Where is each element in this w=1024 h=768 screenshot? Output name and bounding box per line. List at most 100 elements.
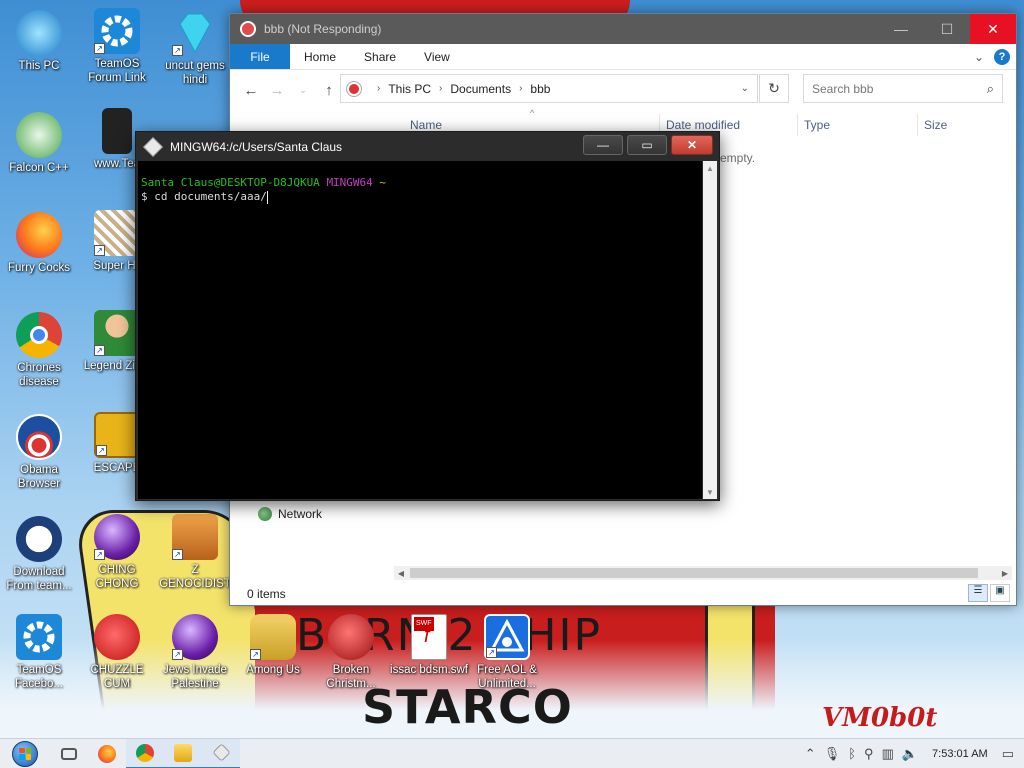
command-text: $ cd documents/aaa/ [141,190,267,203]
refresh-button[interactable]: ↻ [759,74,789,103]
chuzzle-icon [94,614,140,660]
taskbar-chrome[interactable] [126,738,164,768]
desktop-icon-jews-invade[interactable]: ↗ Jews Invade Palestine [156,614,234,691]
network-tray-icon[interactable]: ▥ [882,746,894,762]
recent-locations-icon[interactable]: ⌄ [292,85,314,96]
task-view-icon [61,747,77,760]
nav-pane-network[interactable]: Network [258,507,322,521]
system-tray: ⌃ 🎙 ᛒ ⚲ ▥ 🔈 7:53:01 AM ▭ [805,746,1024,762]
search-tray-icon[interactable]: ⚲ [864,746,874,762]
falcon-icon [16,112,62,158]
forward-arrow-icon[interactable]: → [266,82,288,99]
firefox-icon [98,744,116,763]
scroll-right-icon[interactable]: ▶ [998,566,1012,580]
taskbar-task-view[interactable] [50,739,88,768]
back-arrow-icon[interactable]: ← [240,82,262,99]
git-bash-icon [143,136,163,157]
breadcrumb-this-pc[interactable]: This PC [388,82,431,96]
explorer-title-bar[interactable]: bbb (Not Responding) — ☐ ✕ [230,14,1016,44]
breadcrumb-chevron-icon[interactable]: › [439,83,442,94]
prompt-user: Santa Claus@DESKTOP-D8JQKUA [141,176,320,189]
terminal-maximize-button[interactable]: ▭ [627,135,667,155]
wallpaper-signature: VM0b0t [822,703,938,733]
desktop-icon-uncut-gems[interactable]: ↗ uncut gems hindi [156,10,234,87]
maximize-button[interactable]: ☐ [924,14,970,44]
network-label: Network [278,507,323,521]
taskbar-git-bash[interactable] [202,738,240,768]
details-view-icon[interactable]: ☰ [968,584,988,602]
teamos-gear-icon: ↗ [94,8,140,54]
address-dropdown-icon[interactable]: ⌄ [741,83,757,94]
breadcrumb-documents[interactable]: Documents [450,82,511,96]
desktop-icon-obama-browser[interactable]: Obama Browser [0,414,78,491]
chevron-down-icon[interactable]: ⌄ [974,50,984,64]
explorer-title: bbb (Not Responding) [264,22,382,36]
desktop-icon-broken-christmas[interactable]: Broken Christm... [312,614,390,691]
view-switcher: ☰ ▣ [968,584,1010,602]
desktop-icon-chuzzle[interactable]: CHUZZLE CUM [78,614,156,691]
ribbon-tabs: File Home Share View ⌄ ? [230,44,1016,70]
desktop-icon-firefox[interactable]: Furry Cocks [0,212,78,275]
tab-home[interactable]: Home [290,44,350,69]
minimize-button[interactable]: — [878,14,924,44]
column-type[interactable]: Type [798,114,918,136]
tab-share[interactable]: Share [350,44,410,69]
desktop-icon-download[interactable]: Download From team... [0,516,78,593]
search-icon: ⌕ [986,80,994,96]
notifications-icon[interactable]: ▭ [1002,746,1014,762]
tab-file[interactable]: File [230,44,290,69]
text-cursor [266,190,268,204]
taskbar-firefox[interactable] [88,739,126,768]
terminal-scrollbar[interactable]: ▲ ▼ [703,161,717,499]
desktop-icon-this-pc[interactable]: This PC [0,10,78,73]
horizontal-scrollbar[interactable]: ◀ ▶ [394,566,1012,580]
teamos-gear-icon [16,614,62,660]
help-icon[interactable]: ? [994,48,1010,65]
breadcrumb-chevron-icon[interactable]: › [519,83,522,94]
terminal-minimize-button[interactable]: — [583,135,623,155]
ornament-icon [328,614,374,660]
search-placeholder: Search bbb [812,81,874,96]
terminal-output[interactable]: Santa Claus@DESKTOP-D8JQKUA MINGW64 ~ $ … [138,161,702,499]
git-bash-icon [211,743,231,762]
desktop-icon-free-aol[interactable]: ↗ Free AOL & Unlimited... [468,614,546,691]
start-button[interactable] [0,739,50,768]
desktop-icon-z-genocidist[interactable]: ↗ Z GENOCIDIST [156,514,234,591]
desktop-icon-teamos-facebook[interactable]: TeamOS Facebo... [0,614,78,691]
scrollbar-thumb[interactable] [410,568,978,578]
taskbar-file-explorer[interactable] [164,738,202,768]
desktop-icon-ching-chong[interactable]: ↗ CHING CHONG [78,514,156,591]
bluetooth-icon[interactable]: ᛒ [848,746,856,761]
microphone-icon[interactable]: 🎙 [824,746,841,762]
address-bar[interactable]: › This PC › Documents › bbb ⌄ [340,74,758,103]
show-hidden-icons-icon[interactable]: ⌃ [805,746,816,762]
prompt-line: Santa Claus@DESKTOP-D8JQKUA MINGW64 ~ [141,176,699,190]
scroll-up-icon[interactable]: ▲ [703,161,717,175]
scroll-left-icon[interactable]: ◀ [394,566,408,580]
breadcrumb-bbb[interactable]: bbb [530,82,550,96]
tab-view[interactable]: View [410,44,464,69]
orb-icon: ↗ [94,514,140,560]
search-input[interactable]: Search bbb ⌕ [803,74,1003,103]
column-size[interactable]: Size [918,114,998,136]
desktop-icon-among-us[interactable]: ↗ Among Us [234,614,312,677]
breadcrumb-chevron-icon[interactable]: › [377,83,380,94]
taskbar-clock[interactable]: 7:53:01 AM [926,746,994,762]
desktop-icon-falcon[interactable]: Falcon C++ [0,112,78,175]
large-icons-view-icon[interactable]: ▣ [990,584,1010,602]
firefox-icon [16,212,62,258]
desktop-icon-chrome[interactable]: Chrones disease [0,312,78,389]
volume-icon[interactable]: 🔈 [902,746,918,762]
up-arrow-icon[interactable]: ↑ [318,82,340,99]
terminal-close-button[interactable]: ✕ [671,135,713,155]
file-explorer-icon [174,743,192,762]
empty-folder-message: empty. [720,151,756,165]
git-bash-terminal-window[interactable]: MINGW64:/c/Users/Santa Claus — ▭ ✕ Santa… [135,131,720,501]
z-game-icon: ↗ [172,514,218,560]
close-button[interactable]: ✕ [970,14,1016,44]
desktop-icon-teamos-forum[interactable]: ↗ TeamOS Forum Link [78,8,156,85]
command-line[interactable]: $ cd documents/aaa/ [141,190,699,204]
terminal-title-bar[interactable]: MINGW64:/c/Users/Santa Claus — ▭ ✕ [136,132,719,161]
desktop-icon-issac-swf[interactable]: SWF f issac bdsm.swf [390,614,468,677]
scroll-down-icon[interactable]: ▼ [703,485,717,499]
